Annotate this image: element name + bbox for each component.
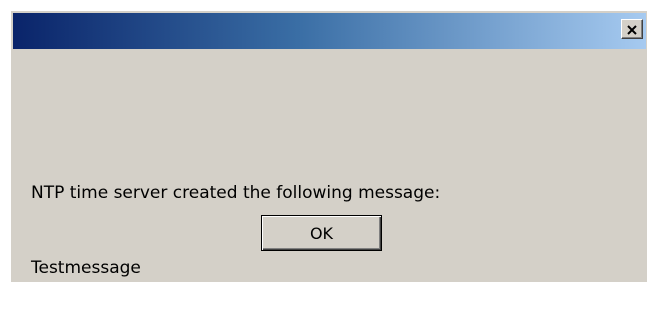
message-line-2: Testmessage [31, 258, 141, 278]
title-bar[interactable] [13, 13, 646, 49]
ok-button[interactable]: OK [261, 215, 382, 251]
close-button[interactable] [621, 19, 643, 39]
message-line-1: NTP time server created the following me… [31, 183, 441, 203]
message-dialog: NTP time server created the following me… [10, 10, 647, 282]
close-icon [627, 20, 637, 39]
